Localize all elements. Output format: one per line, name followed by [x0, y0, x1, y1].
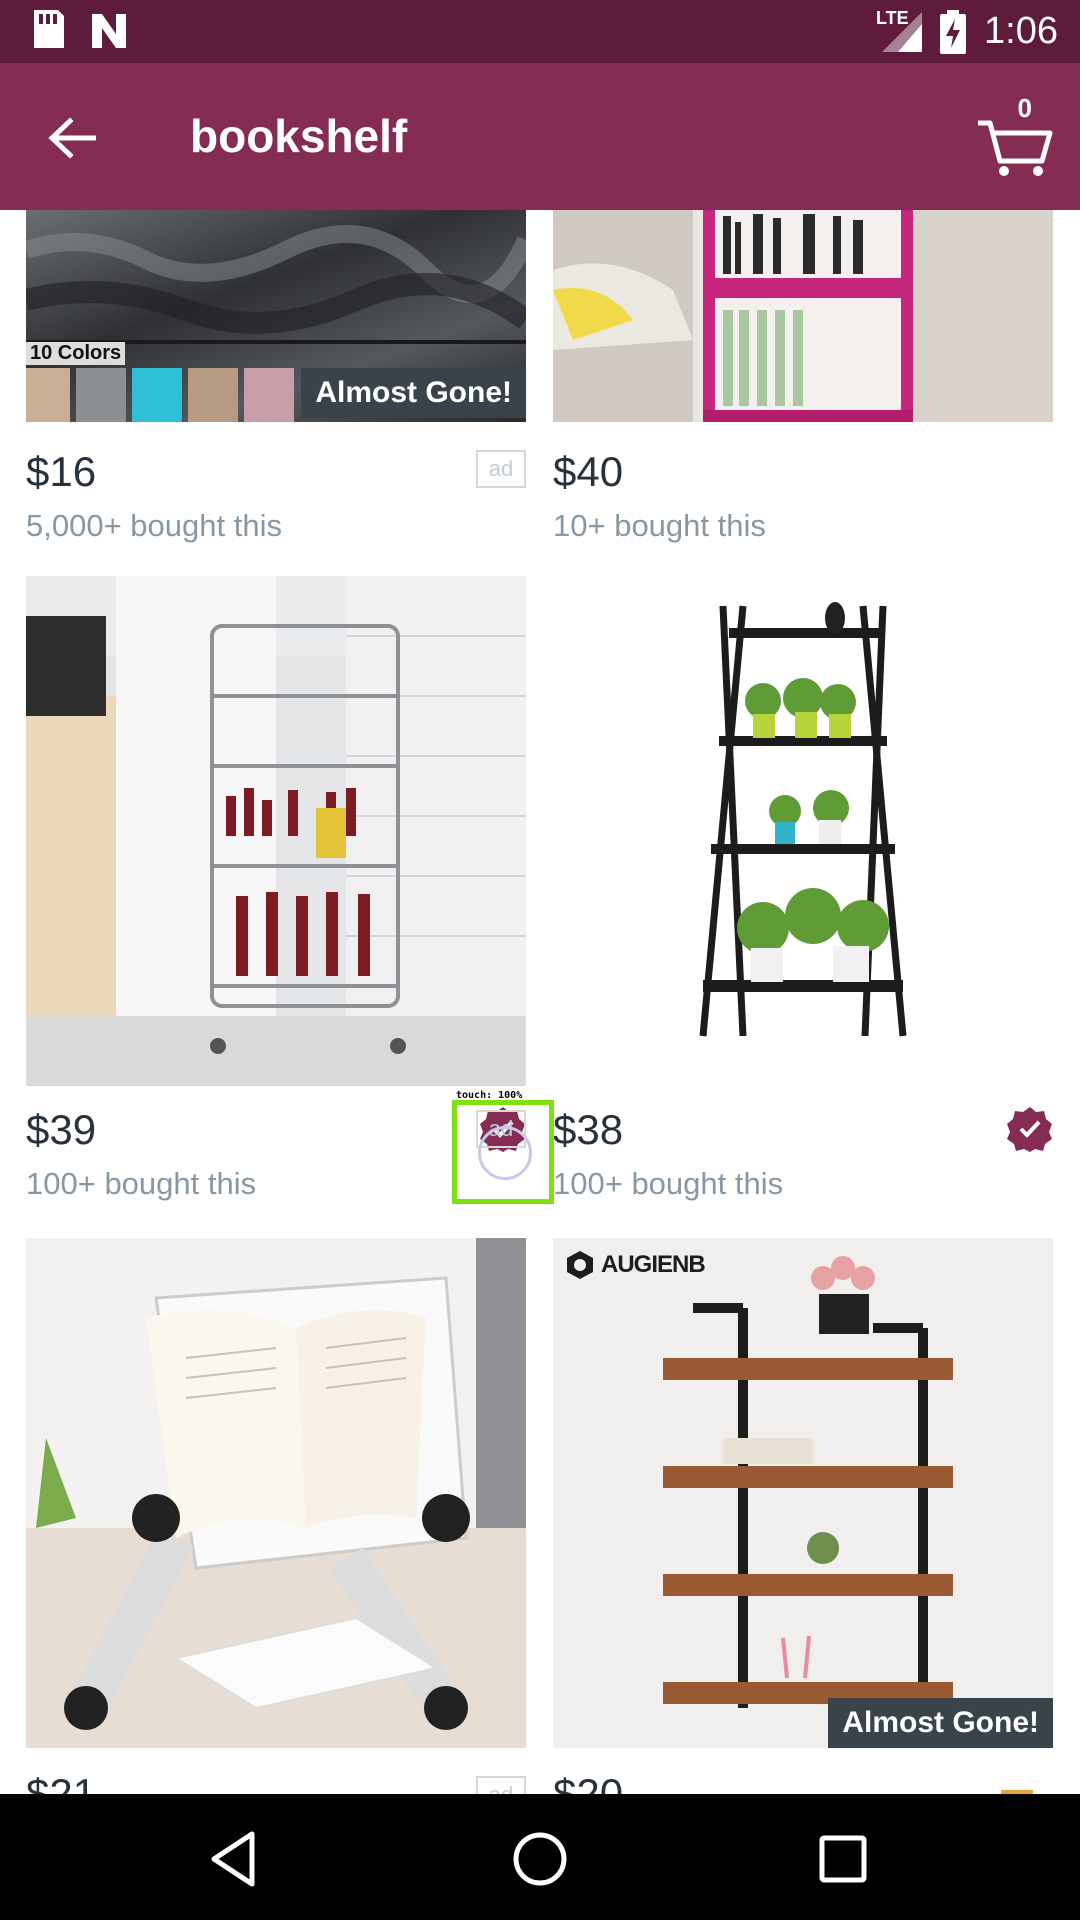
n-notification-icon	[92, 14, 126, 48]
page-title: bookshelf	[190, 110, 408, 162]
product-image	[553, 210, 1053, 422]
almost-gone-badge: Almost Gone!	[301, 368, 526, 418]
navigation-bar	[0, 1794, 1080, 1920]
shipping-truck-icon	[1001, 1790, 1033, 1794]
cart-count-badge: 0	[1017, 93, 1032, 123]
colors-label: 10 Colors	[26, 342, 126, 365]
battery-charging-icon	[940, 10, 966, 54]
product-image: AUGIENB Almost Gone!	[553, 1238, 1053, 1748]
status-bar: LTE 1:06	[0, 0, 1080, 63]
brand-name: AUGIENB	[601, 1251, 706, 1278]
ad-badge: ad	[476, 450, 526, 488]
product-price: $21	[26, 1770, 97, 1794]
product-card[interactable]: 10 Colors Almost Gone! $16 ad 5,000+ bou…	[26, 210, 526, 550]
product-card[interactable]: $21 ad	[26, 1238, 526, 1794]
ad-badge: ad	[476, 1776, 526, 1794]
product-card[interactable]: $40 10+ bought this	[553, 210, 1053, 550]
product-card[interactable]: $38 100+ bought this	[553, 576, 1053, 1201]
back-button[interactable]	[30, 103, 114, 173]
product-card[interactable]: AUGIENB Almost Gone! $20	[553, 1238, 1053, 1794]
touch-point-icon	[478, 1126, 532, 1180]
back-arrow-icon	[48, 117, 96, 159]
verified-icon	[1007, 1107, 1052, 1152]
app-bar: bookshelf 0	[0, 63, 1080, 210]
product-price: $38	[553, 1106, 624, 1153]
product-price: $39	[26, 1106, 97, 1153]
product-image	[26, 1238, 526, 1748]
bought-count: 5,000+ bought this	[26, 508, 282, 543]
recents-square-icon[interactable]	[808, 1824, 878, 1894]
touch-indicator-label: touch: 100%	[456, 1090, 523, 1101]
cart-icon	[978, 120, 1053, 176]
back-triangle-icon[interactable]	[200, 1824, 270, 1894]
sd-card-icon	[34, 10, 64, 48]
product-image	[26, 576, 526, 1086]
almost-gone-badge: Almost Gone!	[828, 1698, 1053, 1748]
product-image	[553, 576, 1053, 1086]
product-image: 10 Colors Almost Gone!	[26, 210, 526, 422]
cart-button[interactable]: 0	[970, 93, 1060, 183]
bought-count: 100+ bought this	[26, 1166, 257, 1201]
product-price: $20	[553, 1770, 624, 1794]
signal-icon	[882, 12, 922, 52]
home-circle-icon[interactable]	[505, 1824, 575, 1894]
product-grid: 10 Colors Almost Gone! $16 ad 5,000+ bou…	[0, 210, 1080, 1794]
bought-count: 10+ bought this	[553, 508, 766, 543]
brand-logo-icon	[567, 1251, 593, 1279]
brand-logo: AUGIENB	[565, 1250, 706, 1280]
product-price: $16	[26, 448, 97, 495]
clock: 1:06	[984, 10, 1058, 52]
bought-count: 100+ bought this	[553, 1166, 784, 1201]
product-card[interactable]: $39 100+ bought this	[26, 576, 526, 1201]
product-price: $40	[553, 448, 624, 495]
